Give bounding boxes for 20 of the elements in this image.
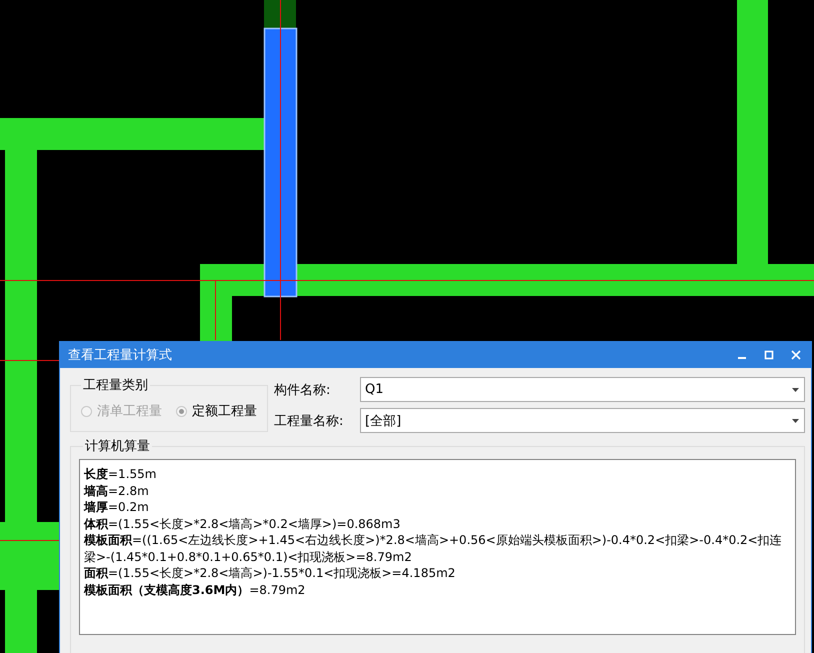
caret-icon[interactable]: [792, 418, 799, 422]
formula-line: 模板面积（支模高度3.6M内）=8.79m2: [84, 582, 306, 598]
formula-line: 面积=(1.55<长度>*2.8<墙高>)-1.55*0.1<扣现浇板>=4.185m2: [84, 565, 456, 582]
field-label: 工程量名称:: [274, 412, 344, 430]
group-title: 计算机算量: [84, 438, 151, 455]
field-label: 构件名称:: [274, 382, 332, 398]
formula-line: 模板面积=((1.65<左边线长度>+1.45<右边线长度>)*2.8<墙高>+0.56<原始端头模板面积>)-0.4*0.2<扣梁>-0.4*0.2<扣连梁>-(1.45*0.1+0.8*0.1+0.65*0.1)<扣现浇板>=8.79m2: [84, 532, 783, 565]
radio-option[interactable]: 定额工程量: [176, 402, 257, 420]
caret-icon[interactable]: [792, 388, 799, 392]
formula-text-area[interactable]: [79, 459, 796, 635]
dropdown-field[interactable]: [全部]: [360, 408, 805, 433]
formula-line: 体积=(1.55<长度>*2.8<墙高>*0.2<墙厚>)=0.868m3: [84, 516, 402, 532]
maximize-icon[interactable]: [764, 350, 774, 360]
formula-line: 长度=1.55m: [84, 466, 158, 482]
group-title: 工程量类别: [82, 377, 149, 394]
close-icon[interactable]: [791, 350, 801, 360]
formula-line: 墙厚=0.2m: [84, 499, 150, 516]
formula-line: 墙高=2.8m: [84, 482, 150, 499]
window-title: 查看工程量计算式: [68, 346, 172, 364]
dropdown-field[interactable]: Q1: [360, 377, 805, 402]
